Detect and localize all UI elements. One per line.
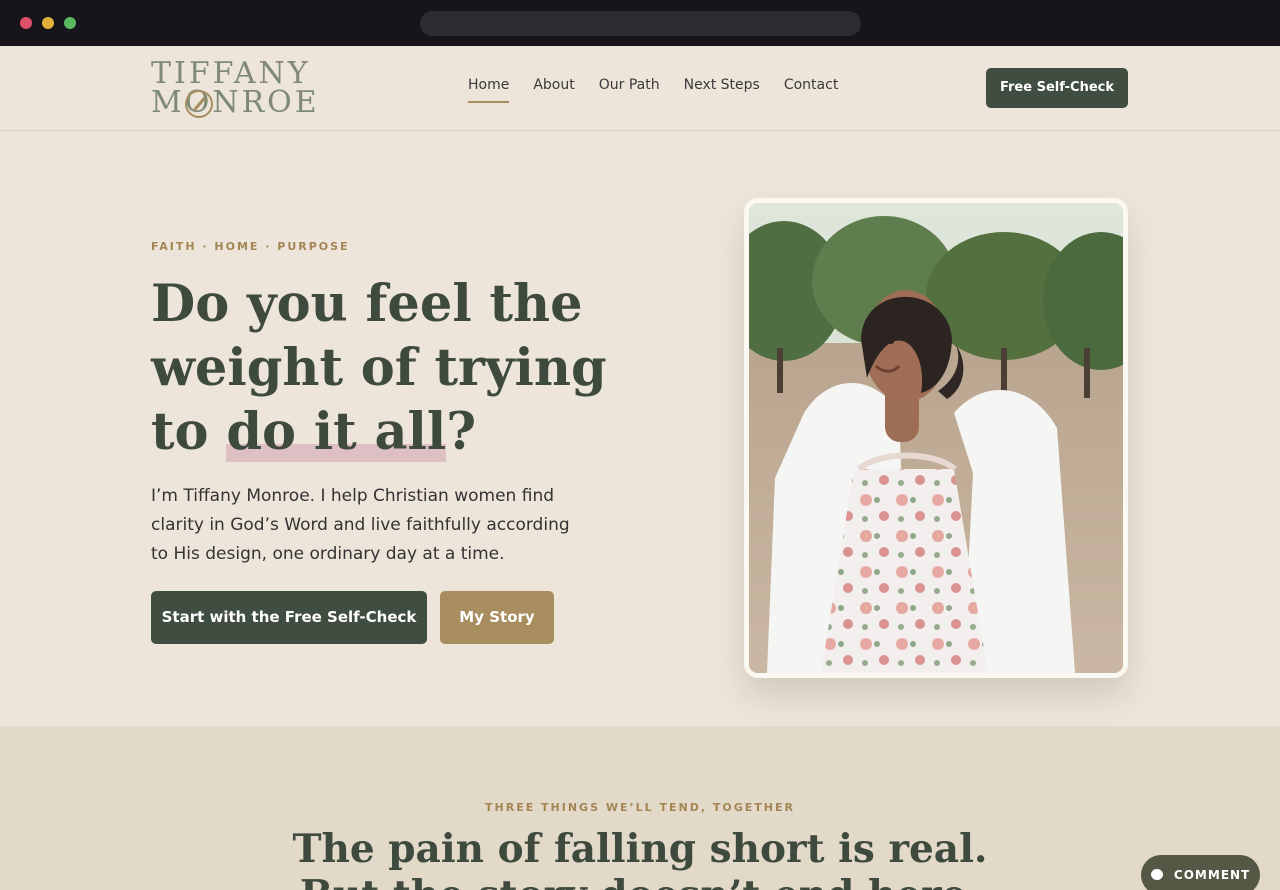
start-free-self-check-button[interactable]: Start with the Free Self-Check <box>151 591 427 644</box>
logo-line-1: TIFFANY <box>151 56 311 91</box>
site-logo[interactable]: TIFFANY MONROE <box>151 59 331 119</box>
headline-line-3: to do it all? <box>151 400 621 464</box>
comment-button[interactable]: COMMENT <box>1141 855 1260 890</box>
headline-line-2: weight of trying <box>151 338 607 398</box>
values-title: The pain of falling short is real. But t… <box>0 826 1280 890</box>
window-close-dot[interactable] <box>20 17 32 29</box>
nav-contact[interactable]: Contact <box>784 77 838 103</box>
values-eyebrow: THREE THINGS WE’LL TEND, TOGETHER <box>485 801 795 814</box>
address-bar[interactable] <box>420 11 861 36</box>
site-header: TIFFANY MONROE Home About Our Path Next … <box>0 46 1280 131</box>
window-maximize-dot[interactable] <box>64 17 76 29</box>
hero-eyebrow: FAITH · HOME · PURPOSE <box>151 240 350 253</box>
free-self-check-button[interactable]: Free Self-Check <box>986 68 1128 108</box>
main-navigation: Home About Our Path Next Steps Contact <box>468 77 838 103</box>
values-title-line-2: But the story doesn’t end here. <box>0 872 1280 890</box>
my-story-button[interactable]: My Story <box>440 591 554 644</box>
logo-line-2: MONROE <box>151 85 331 120</box>
headline-highlight: do it all <box>226 402 447 462</box>
hero-intro: I’m Tiffany Monroe. I help Christian wom… <box>151 486 570 564</box>
nav-home[interactable]: Home <box>468 77 510 103</box>
nav-about[interactable]: About <box>533 77 574 103</box>
browser-chrome <box>0 0 1280 46</box>
logo-line-2-text: MONROE <box>151 85 320 120</box>
hero-headline: Do you feel the weight of trying to do i… <box>151 272 621 464</box>
hero-portrait-photo <box>744 198 1128 678</box>
values-title-line-1: The pain of falling short is real. <box>292 826 988 872</box>
comment-label: COMMENT <box>1173 868 1251 882</box>
headline-suffix: ? <box>446 402 477 462</box>
nav-our-path[interactable]: Our Path <box>599 77 660 103</box>
nav-next-steps[interactable]: Next Steps <box>684 77 760 103</box>
portrait-illustration <box>749 203 1123 673</box>
comment-icon <box>1150 869 1163 880</box>
headline-line-1: Do you feel the <box>151 274 583 334</box>
window-minimize-dot[interactable] <box>42 17 54 29</box>
headline-prefix: to <box>151 402 227 462</box>
compass-icon <box>185 90 213 118</box>
